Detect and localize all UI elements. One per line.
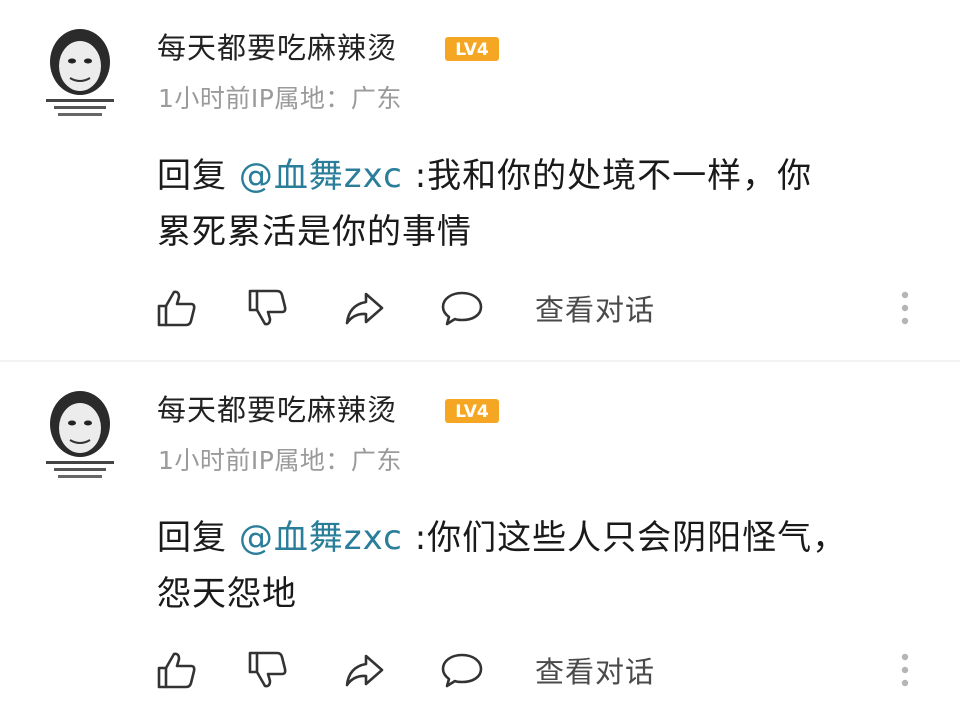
comment-meta: 1小时前IP属地：广东 xyxy=(158,444,402,478)
comment-item: 每天都要吃麻辣烫 LV4 1小时前IP属地：广东 回复 @血舞zxc :我和你的… xyxy=(0,0,960,360)
comment-meta: 1小时前IP属地：广东 xyxy=(158,82,402,116)
level-text: LV4 xyxy=(455,40,489,60)
more-vertical-icon xyxy=(901,653,909,687)
comment-content: 回复 @血舞zxc :你们这些人只会阴阳怪气， 怨天怨地 xyxy=(157,510,917,622)
action-bar: 查看对话 xyxy=(0,644,960,694)
level-badge: LV4 xyxy=(444,398,500,424)
comment-text-line2: 累死累活是你的事情 xyxy=(157,212,472,252)
comment-content: 回复 @血舞zxc :我和你的处境不一样，你累死累活是你的事情 xyxy=(157,148,917,260)
ip-location: IP属地：广东 xyxy=(250,446,402,475)
action-bar: 查看对话 xyxy=(0,282,960,332)
comment-text-line1: :我和你的处境不一样，你 xyxy=(402,156,813,196)
comment-button[interactable] xyxy=(440,648,484,692)
level-badge: LV4 xyxy=(444,36,500,62)
ip-location: IP属地：广东 xyxy=(250,84,402,113)
share-icon xyxy=(345,292,384,325)
thumbs-down-icon xyxy=(248,289,287,326)
comment-button[interactable] xyxy=(440,286,484,330)
dislike-button[interactable] xyxy=(246,648,290,692)
comment-time: 1小时前 xyxy=(158,446,251,475)
comment-bubble-icon xyxy=(441,653,483,688)
more-options-button[interactable] xyxy=(897,288,913,328)
mention-link[interactable]: @血舞zxc xyxy=(239,518,403,558)
avatar[interactable] xyxy=(40,390,120,480)
thumbs-up-icon xyxy=(157,290,196,327)
username[interactable]: 每天都要吃麻辣烫 xyxy=(157,390,397,430)
comment-time: 1小时前 xyxy=(158,84,251,113)
avatar[interactable] xyxy=(40,28,120,118)
more-options-button[interactable] xyxy=(897,650,913,690)
share-button[interactable] xyxy=(342,648,386,692)
like-button[interactable] xyxy=(155,648,199,692)
share-icon xyxy=(345,654,384,687)
view-thread-link[interactable]: 查看对话 xyxy=(535,652,655,692)
level-text: LV4 xyxy=(455,402,489,422)
share-button[interactable] xyxy=(342,286,386,330)
view-thread-link[interactable]: 查看对话 xyxy=(535,290,655,330)
mention-link[interactable]: @血舞zxc xyxy=(239,156,403,196)
comment-text-line1: :你们这些人只会阴阳怪气， xyxy=(402,518,848,558)
reply-prefix: 回复 xyxy=(157,156,239,196)
comment-bubble-icon xyxy=(441,291,483,326)
thumbs-down-icon xyxy=(248,651,287,688)
thumbs-up-icon xyxy=(157,652,196,689)
like-button[interactable] xyxy=(155,286,199,330)
reply-prefix: 回复 xyxy=(157,518,239,558)
username[interactable]: 每天都要吃麻辣烫 xyxy=(157,28,397,68)
comment-text-line2: 怨天怨地 xyxy=(157,574,297,614)
comment-list: 每天都要吃麻辣烫 LV4 1小时前IP属地：广东 回复 @血舞zxc :我和你的… xyxy=(0,0,960,710)
comment-item: 每天都要吃麻辣烫 LV4 1小时前IP属地：广东 回复 @血舞zxc :你们这些… xyxy=(0,362,960,710)
dislike-button[interactable] xyxy=(246,286,290,330)
more-vertical-icon xyxy=(901,291,909,325)
